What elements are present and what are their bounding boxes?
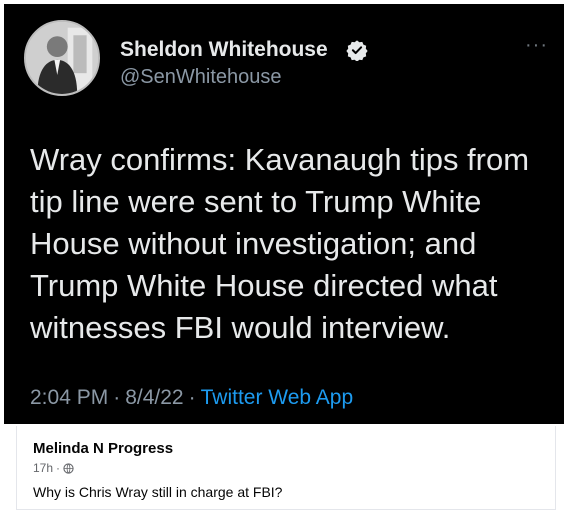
tweet-time[interactable]: 2:04 PM — [30, 386, 108, 409]
tweet-source-app[interactable]: Twitter Web App — [201, 386, 354, 409]
author-handle[interactable]: @SenWhitehouse — [120, 66, 282, 89]
commenter-name[interactable]: Melinda N Progress — [33, 440, 173, 457]
comment-separator: · — [56, 461, 61, 475]
tweet-date[interactable]: 8/4/22 — [125, 386, 183, 409]
comment-meta: 17h · — [33, 461, 74, 475]
author-name[interactable]: Sheldon Whitehouse — [120, 38, 328, 62]
comment-text: Why is Chris Wray still in charge at FBI… — [33, 484, 283, 500]
tweet-card: Sheldon Whitehouse @SenWhitehouse ··· Wr… — [4, 4, 564, 424]
comment-time[interactable]: 17h — [33, 461, 53, 475]
tweet-meta: 2:04 PM · 8/4/22 · Twitter Web App — [30, 386, 353, 410]
verified-badge-icon — [346, 40, 368, 61]
more-icon[interactable]: ··· — [525, 35, 548, 55]
tweet-text: Wray confirms: Kavanaugh tips from tip l… — [30, 142, 530, 345]
comment-card: Melinda N Progress 17h · Why is Chris Wr… — [16, 426, 556, 510]
meta-separator: · — [188, 386, 196, 409]
avatar[interactable] — [24, 20, 100, 96]
globe-icon — [63, 462, 74, 474]
meta-separator: · — [113, 386, 121, 409]
